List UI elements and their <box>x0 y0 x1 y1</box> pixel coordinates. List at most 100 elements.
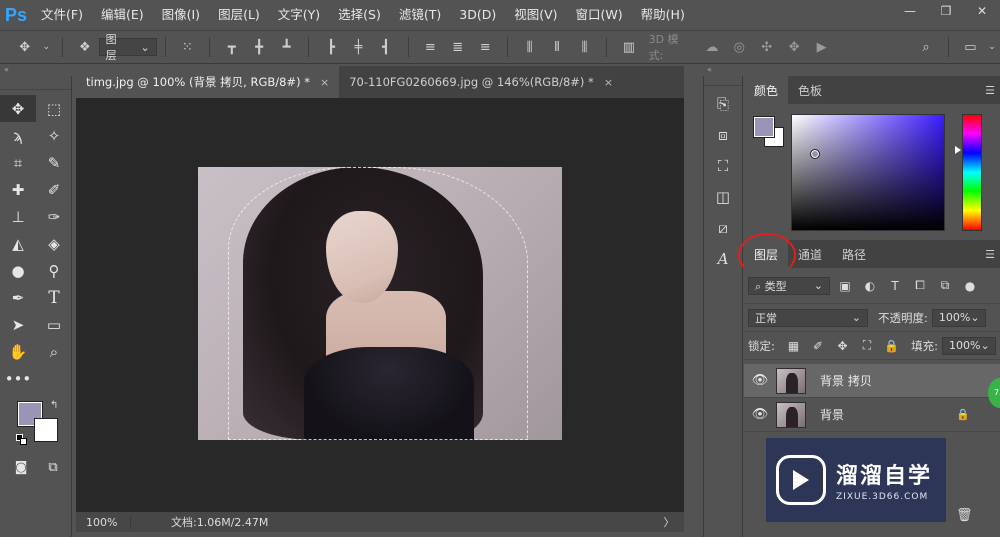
restore-button[interactable]: ❐ <box>928 0 964 22</box>
menu-file[interactable]: 文件(F) <box>32 0 92 30</box>
filter-toggle-icon[interactable]: ● <box>960 277 980 295</box>
minimize-button[interactable]: — <box>892 0 928 22</box>
brush-presets-icon[interactable]: ⧈ <box>704 119 742 150</box>
menu-image[interactable]: 图像(I) <box>153 0 209 30</box>
layer-name[interactable]: 背景 <box>820 406 844 423</box>
crop-tool-icon[interactable]: ⌗ <box>0 149 36 176</box>
paint-bucket-tool-icon[interactable]: ◈ <box>36 230 72 257</box>
layer-name[interactable]: 背景 拷贝 <box>820 372 872 389</box>
layer-row-background[interactable]: 👁 背景 🔒 <box>744 398 1000 432</box>
eraser-tool-icon[interactable]: ◭ <box>0 230 36 257</box>
dropdown-arrow-icon[interactable]: ⌄ <box>987 36 997 58</box>
paths-panel-icon[interactable]: ⧄ <box>704 212 742 243</box>
healing-brush-tool-icon[interactable]: ✚ <box>0 176 36 203</box>
blend-mode-dropdown[interactable]: 正常 ⌄ <box>748 308 868 327</box>
search-icon[interactable]: ⌕ <box>915 36 936 58</box>
menu-help[interactable]: 帮助(H) <box>632 0 694 30</box>
panel-menu-icon[interactable]: ☰ <box>980 84 1000 97</box>
3d-camera-icon[interactable]: ▶ <box>811 36 832 58</box>
saturation-brightness-field[interactable] <box>791 114 945 231</box>
panel-menu-icon[interactable]: ☰ <box>980 248 1000 261</box>
color-picker-ring[interactable] <box>810 149 820 159</box>
menu-filter[interactable]: 滤镜(T) <box>390 0 450 30</box>
pen-tool-icon[interactable]: ✒ <box>0 284 36 311</box>
fill-input[interactable]: 100% ⌄ <box>942 336 997 355</box>
auto-align-icon[interactable]: ▥ <box>618 36 639 58</box>
tab-paths[interactable]: 路径 <box>832 240 876 268</box>
screen-mode-icon[interactable]: ⧉ <box>40 454 66 481</box>
filter-type-icon[interactable]: T <box>885 277 905 295</box>
glyphs-panel-icon[interactable]: A <box>704 243 742 274</box>
color-swatches[interactable]: ↰ <box>16 400 64 448</box>
status-arrow-icon[interactable]: 〉 <box>654 514 684 530</box>
zoom-level[interactable]: 100% <box>76 515 131 529</box>
quick-mask-icon[interactable]: ◙ <box>8 454 34 481</box>
filter-smart-object-icon[interactable]: ⧉ <box>935 277 955 295</box>
menu-3d[interactable]: 3D(D) <box>450 0 505 30</box>
menu-type[interactable]: 文字(Y) <box>269 0 329 30</box>
align-left-icon[interactable]: ┣ <box>320 36 341 58</box>
menu-select[interactable]: 选择(S) <box>329 0 390 30</box>
history-brush-tool-icon[interactable]: ✑ <box>36 203 72 230</box>
path-selection-tool-icon[interactable]: ➤ <box>0 311 36 338</box>
opacity-input[interactable]: 100% ⌄ <box>931 308 986 327</box>
distribute-right-icon[interactable]: ⫼ <box>574 36 595 58</box>
background-color-swatch[interactable] <box>34 418 58 442</box>
align-right-icon[interactable]: ┫ <box>375 36 396 58</box>
history-panel-icon[interactable]: ⎘ <box>704 88 742 119</box>
menu-layer[interactable]: 图层(L) <box>209 0 269 30</box>
visibility-eye-icon[interactable]: 👁 <box>744 407 776 422</box>
tab-timg[interactable]: timg.jpg @ 100% (背景 拷贝, RGB/8#) * × <box>76 66 340 98</box>
filter-pixel-icon[interactable]: ▣ <box>835 277 855 295</box>
distribute-hcenter-icon[interactable]: ⫴ <box>546 36 567 58</box>
distribute-bottom-icon[interactable]: ≡ <box>474 36 495 58</box>
rectangle-tool-icon[interactable]: ▭ <box>36 311 72 338</box>
distribute-vcenter-icon[interactable]: ≣ <box>447 36 468 58</box>
clone-stamp-tool-icon[interactable]: ⊥ <box>0 203 36 230</box>
dropdown-arrow-icon[interactable]: ⌄ <box>41 36 51 58</box>
type-tool-icon[interactable]: T <box>36 284 72 311</box>
layer-filter-dropdown[interactable]: ⌕ 类型 ⌄ <box>748 276 830 295</box>
visibility-eye-icon[interactable]: 👁 <box>744 373 776 388</box>
transform-controls-icon[interactable]: ⁙ <box>177 36 198 58</box>
tab-70-110fg[interactable]: 70-110FG0260669.jpg @ 146%(RGB/8#) * × <box>339 66 623 98</box>
brush-tool-icon[interactable]: ✐ <box>36 176 72 203</box>
character-panel-icon[interactable]: ⛶ <box>704 150 742 181</box>
panels-collapse-strip[interactable]: « <box>703 64 1000 76</box>
3d-roll-icon[interactable]: ◎ <box>729 36 750 58</box>
align-bottom-icon[interactable]: ┻ <box>276 36 297 58</box>
close-window-button[interactable]: ✕ <box>964 0 1000 22</box>
magic-wand-tool-icon[interactable]: ✧ <box>36 122 72 149</box>
3d-slide-icon[interactable]: ✥ <box>783 36 804 58</box>
close-tab-icon[interactable]: × <box>320 76 329 89</box>
menu-edit[interactable]: 编辑(E) <box>92 0 153 30</box>
align-hcenter-icon[interactable]: ╪ <box>348 36 369 58</box>
move-tool-icon[interactable]: ✥ <box>0 95 36 122</box>
blur-tool-icon[interactable]: ● <box>0 257 36 284</box>
lock-all-icon[interactable]: 🔒 <box>882 337 901 355</box>
marquee-tool-icon[interactable]: ⬚ <box>36 95 72 122</box>
auto-select-dropdown[interactable]: 图层 ⌄ <box>98 33 157 62</box>
dodge-tool-icon[interactable]: ⚲ <box>36 257 72 284</box>
lock-transparent-icon[interactable]: ▦ <box>784 337 803 355</box>
3d-panel-icon[interactable]: ◫ <box>704 181 742 212</box>
workspace-icon[interactable]: ▭ <box>960 36 981 58</box>
move-tool-preset-icon[interactable]: ✥ <box>14 36 35 58</box>
align-top-icon[interactable]: ┳ <box>221 36 242 58</box>
filter-shape-icon[interactable]: ⧠ <box>910 277 930 295</box>
hue-slider-marker[interactable] <box>955 146 961 154</box>
eyedropper-tool-icon[interactable]: ✎ <box>36 149 72 176</box>
canvas-area[interactable] <box>76 98 684 512</box>
distribute-left-icon[interactable]: ⫼ <box>519 36 540 58</box>
swap-colors-icon[interactable]: ↰ <box>50 400 58 411</box>
hand-tool-icon[interactable]: ✋ <box>0 338 36 365</box>
lock-image-icon[interactable]: ✐ <box>808 337 827 355</box>
layer-row-background-copy[interactable]: 👁 背景 拷贝 <box>744 364 1000 398</box>
lock-artboard-icon[interactable]: ⛶ <box>857 337 876 355</box>
filter-adjustment-icon[interactable]: ◐ <box>860 277 880 295</box>
auto-select-layers-icon[interactable]: ❖ <box>74 36 95 58</box>
tools-collapse-strip[interactable]: « <box>0 64 72 76</box>
menu-window[interactable]: 窗口(W) <box>567 0 632 30</box>
3d-pan-icon[interactable]: ✣ <box>756 36 777 58</box>
distribute-top-icon[interactable]: ≡ <box>420 36 441 58</box>
